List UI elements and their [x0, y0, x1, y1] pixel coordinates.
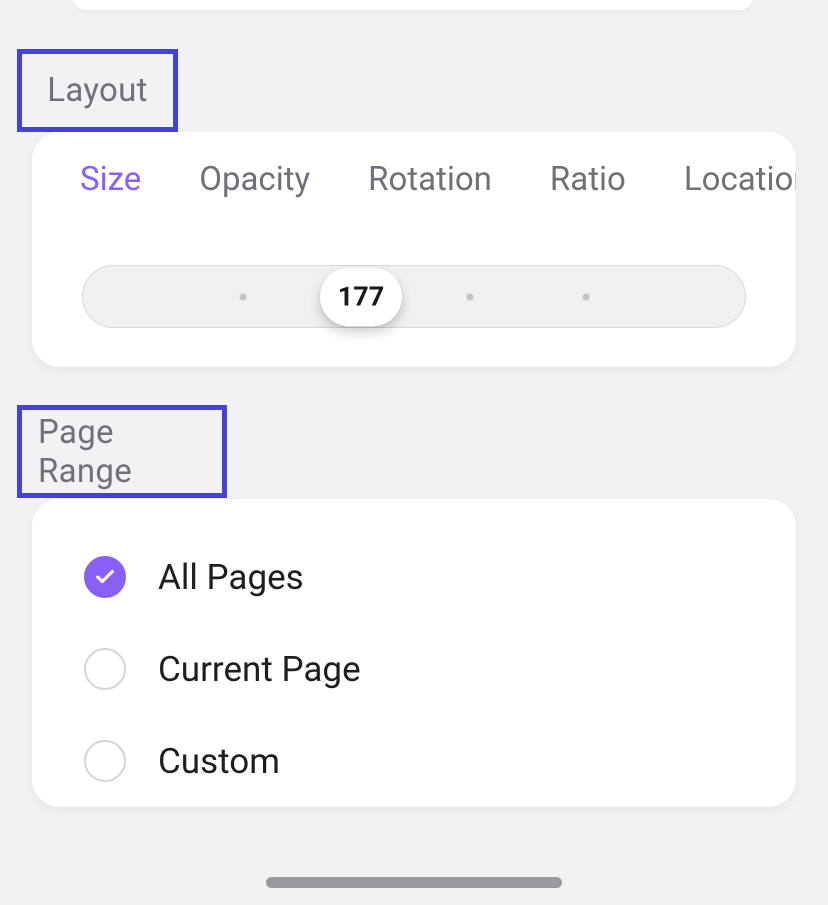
- radio-label: All Pages: [158, 557, 304, 598]
- radio-all-pages[interactable]: All Pages: [84, 531, 744, 623]
- slider-snap-dot: [467, 293, 474, 300]
- home-indicator[interactable]: [266, 877, 562, 888]
- size-slider-thumb[interactable]: 177: [320, 267, 402, 326]
- check-icon: [94, 566, 116, 588]
- radio-label: Custom: [158, 741, 280, 782]
- page-range-heading-highlight: Page Range: [17, 405, 227, 498]
- slider-value: 177: [338, 281, 384, 313]
- radio-current-page[interactable]: Current Page: [84, 623, 744, 715]
- tab-location[interactable]: Location: [684, 160, 796, 199]
- slider-snap-dot: [583, 293, 590, 300]
- radio-label: Current Page: [158, 649, 361, 690]
- tab-opacity[interactable]: Opacity: [199, 160, 310, 199]
- radio-custom[interactable]: Custom: [84, 715, 744, 807]
- slider-snap-dot: [240, 293, 247, 300]
- page-range-heading: Page Range: [38, 413, 206, 491]
- page-range-card: All Pages Current Page Custom: [32, 499, 796, 807]
- tab-ratio[interactable]: Ratio: [550, 160, 626, 199]
- previous-card-edge: [72, 0, 754, 10]
- radio-indicator: [84, 740, 126, 782]
- tab-rotation[interactable]: Rotation: [368, 160, 492, 199]
- tab-size[interactable]: Size: [80, 160, 141, 199]
- layout-heading: Layout: [47, 71, 147, 110]
- radio-indicator: [84, 556, 126, 598]
- layout-tabs: Size Opacity Rotation Ratio Location: [32, 132, 796, 227]
- layout-heading-highlight: Layout: [17, 49, 178, 132]
- layout-card: Size Opacity Rotation Ratio Location 177: [32, 132, 796, 367]
- size-slider-track[interactable]: 177: [82, 265, 746, 328]
- radio-indicator: [84, 648, 126, 690]
